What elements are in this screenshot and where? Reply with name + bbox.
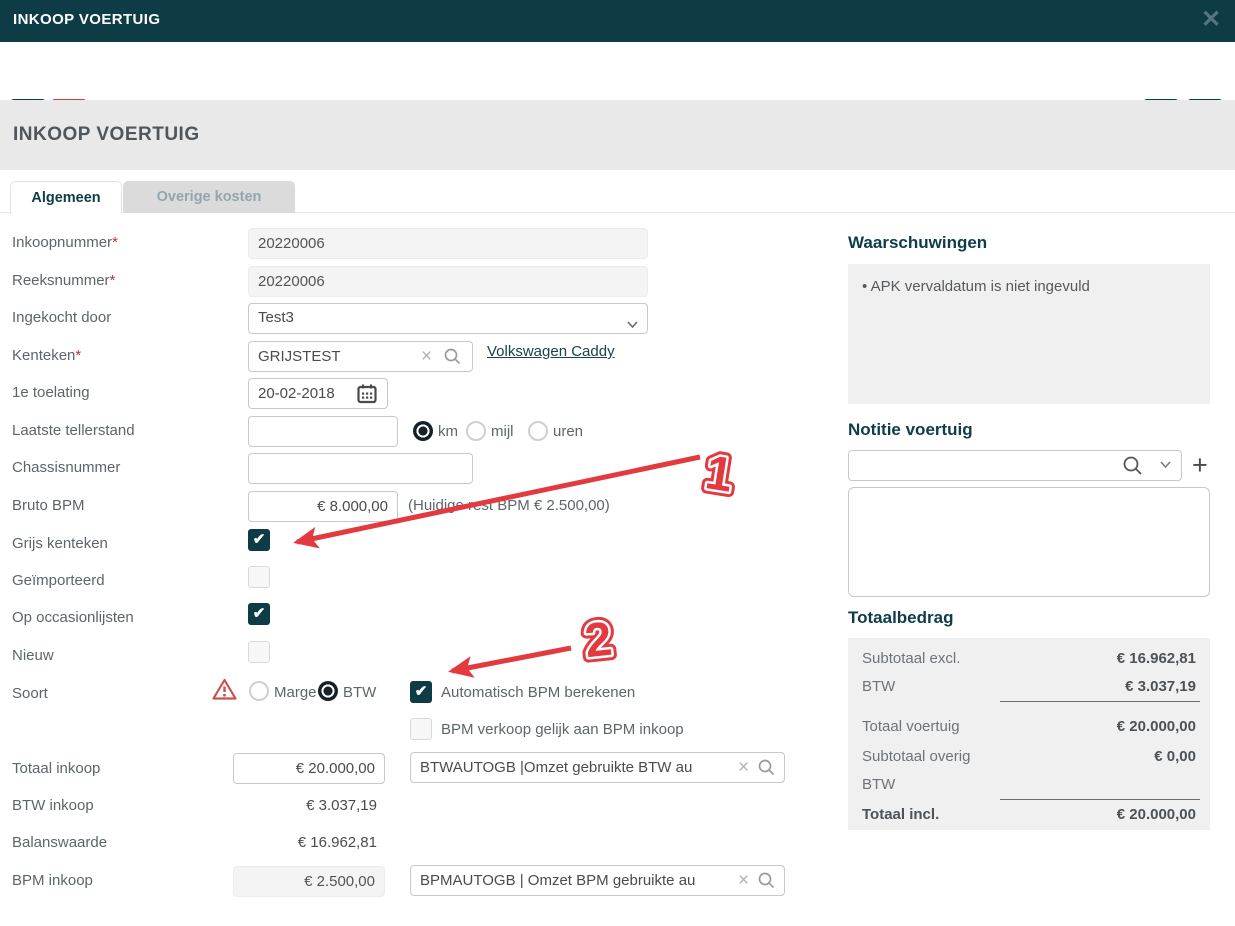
balanswaarde-label: Balanswaarde: [12, 834, 107, 851]
inkoopnummer-label: Inkoopnummer*: [12, 234, 118, 251]
unit-uren-radio[interactable]: [528, 421, 548, 441]
totals-box: Subtotaal excl. € 16.962,81 BTW € 3.037,…: [848, 638, 1210, 830]
balanswaarde-value: € 16.962,81: [233, 834, 377, 851]
totals-row-label: BTW: [862, 678, 895, 695]
kenteken-clear-icon[interactable]: ×: [421, 347, 432, 366]
chassisnummer-field[interactable]: [248, 453, 473, 484]
window-titlebar: INKOOP VOERTUIG ✕: [0, 0, 1235, 42]
op-occasionlijsten-label: Op occasionlijsten: [12, 609, 134, 626]
bpm-inkoop-field[interactable]: [233, 866, 385, 897]
warning-item: APK vervaldatum is niet ingevuld: [862, 278, 1090, 295]
reeksnummer-field[interactable]: [248, 266, 648, 297]
totals-title: Totaalbedrag: [848, 608, 953, 628]
note-chevron-down-icon[interactable]: [1160, 461, 1171, 469]
calendar-icon[interactable]: [356, 383, 378, 405]
bpm-ledger-search-icon[interactable]: [757, 871, 776, 890]
kenteken-search-icon[interactable]: [443, 347, 462, 366]
bpm-ledger-field[interactable]: [410, 865, 785, 896]
note-textarea[interactable]: [848, 487, 1210, 597]
bruto-bpm-label: Bruto BPM: [12, 497, 85, 514]
btw-inkoop-label: BTW inkoop: [12, 797, 94, 814]
totals-row-label: Subtotaal overig: [862, 748, 970, 765]
note-title: Notitie voertuig: [848, 420, 973, 440]
totals-row-value: € 20.000,00: [1117, 718, 1196, 735]
auto-bpm-label: Automatisch BPM berekenen: [441, 684, 635, 701]
tellerstand-field[interactable]: [248, 416, 398, 447]
close-icon[interactable]: ✕: [1197, 6, 1225, 34]
bpm-inkoop-label: BPM inkoop: [12, 872, 93, 889]
geimporteerd-label: Geïmporteerd: [12, 572, 105, 589]
soort-marge-label: Marge: [274, 684, 317, 701]
note-search-icon[interactable]: [1122, 455, 1144, 477]
unit-km-label: km: [438, 423, 458, 440]
ingekocht-door-value: Test3: [258, 309, 294, 326]
unit-mijl-radio[interactable]: [466, 421, 486, 441]
page-header: INKOOP VOERTUIG: [0, 100, 1235, 170]
kenteken-field[interactable]: [248, 341, 473, 372]
annotation-arrow-2: [452, 648, 571, 671]
annotation-number-2: 2: [582, 613, 614, 669]
totals-row-label: BTW: [862, 776, 895, 793]
totaal-inkoop-field[interactable]: [233, 753, 385, 784]
totals-divider: [1000, 799, 1200, 800]
totals-row-value: € 0,00: [1154, 748, 1196, 765]
chassisnummer-label: Chassisnummer: [12, 459, 120, 476]
soort-label: Soort: [12, 685, 48, 702]
chevron-down-icon: [627, 316, 638, 333]
tab-overige-kosten[interactable]: Overige kosten: [123, 181, 295, 213]
ingekocht-door-select[interactable]: Test3: [248, 303, 648, 334]
soort-btw-radio[interactable]: [318, 681, 338, 701]
bruto-bpm-field[interactable]: [248, 491, 398, 522]
totals-divider: [1000, 701, 1200, 702]
op-occasionlijsten-checkbox[interactable]: ✔: [248, 603, 270, 625]
toolbar: [0, 42, 1235, 100]
soort-btw-label: BTW: [343, 684, 376, 701]
toelating-label: 1e toelating: [12, 384, 90, 401]
totals-row-label: Totaal voertuig: [862, 718, 960, 735]
bpm-verkoop-label: BPM verkoop gelijk aan BPM inkoop: [441, 721, 684, 738]
btw-ledger-search-icon[interactable]: [757, 758, 776, 777]
annotation-number-1-halo: 1: [702, 446, 737, 503]
nieuw-label: Nieuw: [12, 647, 54, 664]
geimporteerd-checkbox[interactable]: [248, 566, 270, 588]
rest-bpm-hint: (Huidige rest BPM € 2.500,00): [408, 497, 610, 514]
totals-row-value: € 20.000,00: [1117, 806, 1196, 823]
unit-km-radio[interactable]: [413, 421, 433, 441]
window-title: INKOOP VOERTUIG: [13, 11, 160, 28]
annotation-number-2-halo: 2: [582, 613, 614, 669]
inkoopnummer-field[interactable]: [248, 228, 648, 259]
btw-ledger-field[interactable]: [410, 752, 785, 783]
ingekocht-door-label: Ingekocht door: [12, 309, 111, 326]
grijs-kenteken-checkbox[interactable]: ✔: [248, 529, 270, 551]
note-add-button[interactable]: +: [1192, 452, 1208, 479]
bpm-verkoop-checkbox[interactable]: [410, 718, 432, 740]
reeksnummer-label: Reeksnummer*: [12, 272, 115, 289]
totals-row-value: € 3.037,19: [1125, 678, 1196, 695]
inkoop-voertuig-window: INKOOP VOERTUIG ✕ INKOOP VOERTUIG: [0, 0, 1235, 926]
grijs-kenteken-label: Grijs kenteken: [12, 535, 108, 552]
warnings-box: APK vervaldatum is niet ingevuld: [848, 264, 1210, 404]
tab-algemeen[interactable]: Algemeen: [10, 181, 122, 214]
totals-row-label: Totaal incl.: [862, 806, 939, 823]
page-title: INKOOP VOERTUIG: [13, 124, 200, 146]
vehicle-link[interactable]: Volkswagen Caddy: [487, 343, 615, 360]
tellerstand-label: Laatste tellerstand: [12, 422, 135, 439]
btw-inkoop-value: € 3.037,19: [233, 797, 377, 814]
totaal-inkoop-label: Totaal inkoop: [12, 760, 100, 777]
unit-uren-label: uren: [553, 423, 583, 440]
auto-bpm-checkbox[interactable]: ✔: [410, 681, 432, 703]
warnings-title: Waarschuwingen: [848, 233, 987, 253]
nieuw-checkbox[interactable]: [248, 641, 270, 663]
warning-triangle-icon: [211, 677, 238, 702]
totals-row-label: Subtotaal excl.: [862, 650, 960, 667]
btw-ledger-clear-icon[interactable]: ×: [738, 758, 749, 777]
soort-marge-radio[interactable]: [249, 681, 269, 701]
unit-mijl-label: mijl: [491, 423, 514, 440]
totals-row-value: € 16.962,81: [1117, 650, 1196, 667]
kenteken-label: Kenteken*: [12, 347, 81, 364]
bpm-ledger-clear-icon[interactable]: ×: [738, 871, 749, 890]
annotation-number-1: 1: [702, 446, 737, 503]
